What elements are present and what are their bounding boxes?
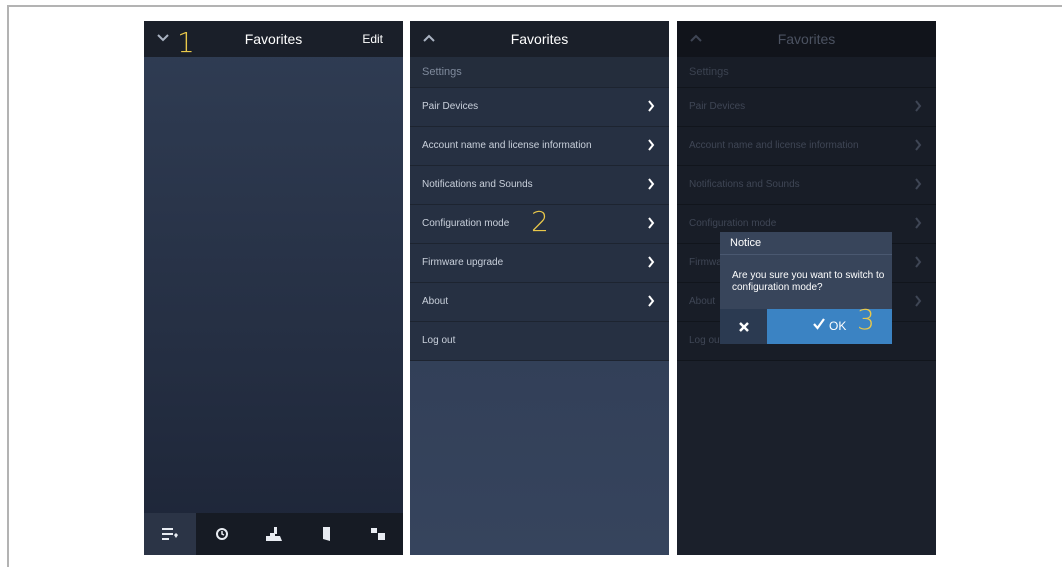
chevron-right-icon (648, 217, 655, 229)
step-number: 3 (857, 303, 875, 336)
door-icon (322, 527, 330, 541)
checkmark-icon (813, 318, 825, 330)
menu-item-notifications[interactable]: Notifications and Sounds (410, 165, 669, 204)
menu-item-label: Log out (689, 335, 723, 346)
menu-item-label: Notifications and Sounds (689, 179, 800, 190)
phone-screen-favorites: Favorites Edit 1 (144, 21, 403, 555)
header: Favorites (677, 21, 936, 57)
camera-icon (266, 527, 282, 541)
devices-icon (371, 528, 385, 540)
dialog-divider (720, 254, 892, 255)
chevron-right-icon (915, 178, 922, 190)
chevron-right-icon (648, 100, 655, 112)
settings-menu: Settings Pair Devices Account name and l… (410, 57, 669, 361)
menu-item-pair-devices: Pair Devices (677, 87, 936, 126)
menu-item-log-out[interactable]: Log out (410, 321, 669, 361)
menu-item-label: Pair Devices (422, 101, 479, 112)
section-header: Settings (410, 57, 669, 87)
tab-door[interactable] (300, 513, 352, 555)
chevron-right-icon (648, 178, 655, 190)
chevron-right-icon (915, 100, 922, 112)
chevron-right-icon (915, 295, 922, 307)
ok-label: OK (829, 319, 847, 333)
menu-item-pair-devices[interactable]: Pair Devices (410, 87, 669, 126)
menu-item-account[interactable]: Account name and license information (410, 126, 669, 165)
tab-bar (144, 513, 403, 555)
tab-camera[interactable] (248, 513, 300, 555)
dialog-title: Notice (730, 237, 762, 249)
header: Favorites (410, 21, 669, 57)
chevron-right-icon (915, 256, 922, 268)
menu-item-notifications: Notifications and Sounds (677, 165, 936, 204)
menu-item-label: Configuration mode (689, 218, 777, 229)
menu-item-about[interactable]: About (410, 282, 669, 321)
page-title: Favorites (777, 31, 836, 47)
tab-devices[interactable] (352, 513, 403, 555)
step-number: 1 (177, 26, 195, 59)
dialog-message: Are you sure you want to switch to confi… (732, 270, 885, 293)
tab-favorites[interactable] (144, 513, 196, 555)
menu-item-configuration-mode[interactable]: Configuration mode 2 (410, 204, 669, 243)
section-header: Settings (677, 57, 936, 87)
menu-item-label: About (689, 296, 716, 307)
chevron-right-icon (648, 139, 655, 151)
chevron-right-icon (648, 295, 655, 307)
tab-history[interactable] (196, 513, 248, 555)
menu-item-label: Pair Devices (689, 101, 746, 112)
page-title: Favorites (510, 31, 569, 47)
cancel-button[interactable] (720, 309, 767, 344)
menu-item-label: Account name and license information (422, 140, 592, 151)
menu-item-label: Notifications and Sounds (422, 179, 533, 190)
menu-item-label: Firmware upgrade (422, 257, 504, 268)
step-number: 2 (531, 205, 549, 238)
menu-item-label: Configuration mode (422, 218, 510, 229)
chevron-right-icon (915, 139, 922, 151)
favorites-list-icon (162, 528, 178, 540)
menu-item-label: Account name and license information (689, 140, 859, 151)
phone-screen-settings-dialog: Favorites Settings Pair Devices Account … (677, 21, 936, 555)
chevron-right-icon (648, 256, 655, 268)
phone-screen-settings: Favorites Settings Pair Devices Account … (410, 21, 669, 555)
chevron-right-icon (915, 217, 922, 229)
menu-item-firmware-upgrade[interactable]: Firmware upgrade (410, 243, 669, 282)
edit-button[interactable]: Edit (362, 32, 383, 46)
ok-button[interactable]: OK 3 (767, 303, 892, 344)
menu-item-label: Log out (422, 335, 456, 346)
clock-icon (216, 528, 228, 540)
confirm-dialog: Notice Are you sure you want to switch t… (720, 232, 892, 344)
close-icon (738, 321, 749, 332)
menu-item-label: About (422, 296, 449, 307)
menu-item-account: Account name and license information (677, 126, 936, 165)
